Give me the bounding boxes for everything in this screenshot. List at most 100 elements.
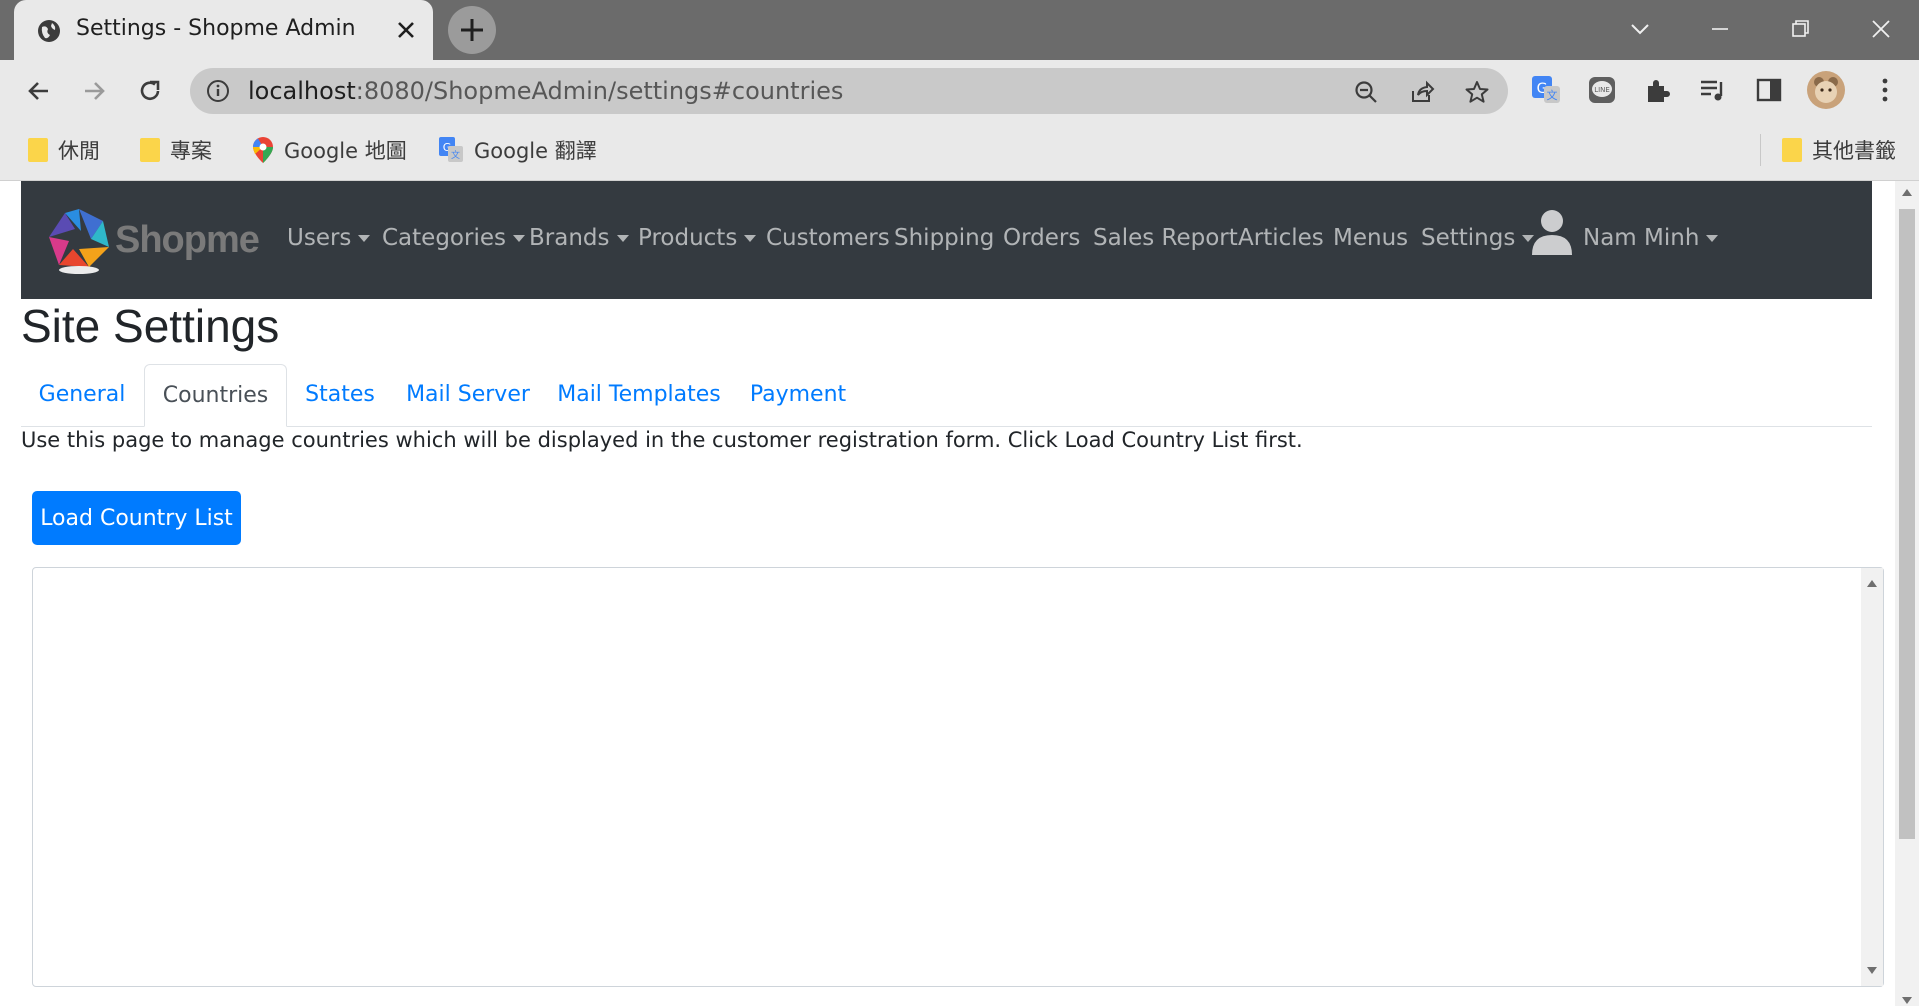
extensions-puzzle-icon[interactable] bbox=[1642, 74, 1674, 106]
profile-avatar[interactable] bbox=[1806, 70, 1846, 110]
google-maps-icon bbox=[253, 137, 273, 163]
minimize-icon[interactable] bbox=[1705, 14, 1735, 44]
tab-general[interactable]: General bbox=[21, 364, 143, 425]
plus-icon bbox=[461, 19, 483, 41]
nav-orders[interactable]: Orders bbox=[1003, 225, 1080, 251]
bookmark-label: Google 翻譯 bbox=[474, 139, 597, 163]
scroll-down-arrow-icon[interactable] bbox=[1867, 967, 1877, 974]
bookmark-label: 休閒 bbox=[58, 139, 100, 163]
bookmarks-bar: 休閒 專案 Google 地圖 G 文 Google 翻譯 其他書籤 bbox=[0, 120, 1919, 181]
tab-label: Mail Templates bbox=[557, 382, 721, 407]
browser-tab-strip: Settings - Shopme Admin bbox=[0, 0, 1919, 60]
listbox-scrollbar[interactable] bbox=[1861, 568, 1883, 986]
page-title: Site Settings bbox=[21, 300, 280, 352]
svg-text:LINE: LINE bbox=[1594, 86, 1610, 94]
countries-description: Use this page to manage countries which … bbox=[21, 428, 1303, 452]
nav-sales-report[interactable]: Sales Report bbox=[1093, 225, 1238, 251]
nav-label: Users bbox=[287, 225, 352, 251]
shopme-logo-text: Shopme bbox=[115, 219, 260, 261]
bookmark-star-icon[interactable] bbox=[1464, 79, 1490, 105]
tab-label: Payment bbox=[749, 382, 847, 407]
tab-label: Mail Server bbox=[406, 382, 530, 407]
restore-icon[interactable] bbox=[1785, 14, 1815, 44]
browser-tab[interactable]: Settings - Shopme Admin bbox=[14, 0, 433, 60]
nav-label: Menus bbox=[1333, 225, 1409, 251]
svg-text:文: 文 bbox=[1547, 88, 1558, 102]
nav-user-menu[interactable]: Nam Minh bbox=[1583, 225, 1719, 251]
nav-categories[interactable]: Categories bbox=[382, 225, 525, 251]
nav-brands[interactable]: Brands bbox=[529, 225, 629, 251]
media-control-icon[interactable] bbox=[1697, 74, 1729, 106]
close-window-icon[interactable] bbox=[1866, 14, 1896, 44]
nav-label: Customers bbox=[766, 225, 890, 251]
nav-label: Brands bbox=[529, 225, 610, 251]
nav-settings[interactable]: Settings bbox=[1421, 225, 1535, 251]
url-path: :8080/ShopmeAdmin/settings#countries bbox=[355, 77, 844, 105]
tab-search-icon[interactable] bbox=[1625, 14, 1655, 44]
nav-label: Orders bbox=[1003, 225, 1081, 251]
scroll-up-arrow-icon[interactable] bbox=[1902, 189, 1912, 196]
new-tab-button[interactable] bbox=[448, 6, 496, 54]
user-name: Nam Minh bbox=[1583, 225, 1700, 251]
tab-states[interactable]: States bbox=[287, 364, 393, 425]
site-info-icon[interactable] bbox=[206, 79, 230, 103]
nav-label: Shipping bbox=[894, 225, 995, 251]
line-extension-icon[interactable]: LINE bbox=[1586, 74, 1618, 106]
scroll-down-arrow-icon[interactable] bbox=[1902, 997, 1912, 1004]
nav-menus[interactable]: Menus bbox=[1333, 225, 1408, 251]
admin-navbar: Shopme Users Categories Brands Products … bbox=[21, 181, 1872, 299]
side-panel-icon[interactable] bbox=[1753, 74, 1785, 106]
nav-customers[interactable]: Customers bbox=[766, 225, 890, 251]
google-translate-extension-icon[interactable]: G 文 bbox=[1530, 74, 1562, 106]
nav-label: Articles bbox=[1238, 225, 1324, 251]
tab-label: Countries bbox=[162, 383, 269, 408]
nav-products[interactable]: Products bbox=[638, 225, 757, 251]
zoom-out-icon[interactable] bbox=[1353, 79, 1379, 105]
caret-down-icon bbox=[1706, 234, 1719, 242]
bookmark-google-translate[interactable]: G 文 Google 翻譯 bbox=[438, 134, 597, 166]
tab-label: States bbox=[305, 382, 375, 407]
more-menu-icon[interactable] bbox=[1869, 74, 1901, 106]
bookmark-google-maps[interactable]: Google 地圖 bbox=[252, 134, 407, 166]
nav-label: Categories bbox=[382, 225, 506, 251]
tab-countries[interactable]: Countries bbox=[144, 364, 287, 427]
scroll-up-arrow-icon[interactable] bbox=[1867, 580, 1877, 587]
google-translate-icon: G 文 bbox=[439, 137, 463, 162]
tab-mail-server[interactable]: Mail Server bbox=[393, 364, 543, 425]
nav-shipping[interactable]: Shipping bbox=[894, 225, 994, 251]
forward-icon[interactable] bbox=[79, 76, 109, 106]
nav-articles[interactable]: Articles bbox=[1238, 225, 1324, 251]
scrollbar-thumb[interactable] bbox=[1899, 209, 1915, 839]
reload-icon[interactable] bbox=[135, 76, 165, 106]
page-viewport: Shopme Users Categories Brands Products … bbox=[0, 181, 1919, 1006]
back-icon[interactable] bbox=[24, 76, 54, 106]
bookmark-projects[interactable]: 專案 bbox=[140, 134, 212, 166]
settings-tabs: General Countries States Mail Server Mai… bbox=[21, 364, 1872, 427]
other-bookmarks[interactable]: 其他書籤 bbox=[1782, 134, 1896, 166]
user-icon[interactable] bbox=[1530, 207, 1574, 257]
caret-down-icon bbox=[616, 234, 629, 242]
caret-down-icon bbox=[744, 234, 757, 242]
tab-payment[interactable]: Payment bbox=[735, 364, 861, 425]
tab-mail-templates[interactable]: Mail Templates bbox=[543, 364, 735, 425]
close-tab-icon[interactable] bbox=[394, 18, 418, 42]
folder-icon bbox=[1782, 138, 1802, 162]
shopme-logo-icon[interactable] bbox=[43, 203, 115, 275]
folder-icon bbox=[140, 138, 160, 162]
bookmarks-divider bbox=[1760, 134, 1761, 166]
nav-users[interactable]: Users bbox=[287, 225, 371, 251]
page-scrollbar[interactable] bbox=[1895, 181, 1919, 1006]
load-country-list-button[interactable]: Load Country List bbox=[32, 491, 241, 545]
nav-label: Sales Report bbox=[1093, 225, 1238, 251]
tab-label: General bbox=[38, 382, 126, 407]
bookmark-label: 專案 bbox=[170, 139, 212, 163]
nav-label: Settings bbox=[1421, 225, 1516, 251]
address-bar[interactable]: localhost:8080/ShopmeAdmin/settings#coun… bbox=[190, 68, 1508, 114]
caret-down-icon bbox=[512, 234, 525, 242]
other-bookmarks-label: 其他書籤 bbox=[1812, 139, 1896, 163]
browser-tab-title: Settings - Shopme Admin bbox=[76, 16, 356, 41]
share-icon[interactable] bbox=[1409, 79, 1435, 105]
bookmark-leisure[interactable]: 休閒 bbox=[28, 134, 100, 166]
folder-icon bbox=[28, 138, 48, 162]
country-listbox[interactable] bbox=[32, 567, 1884, 987]
